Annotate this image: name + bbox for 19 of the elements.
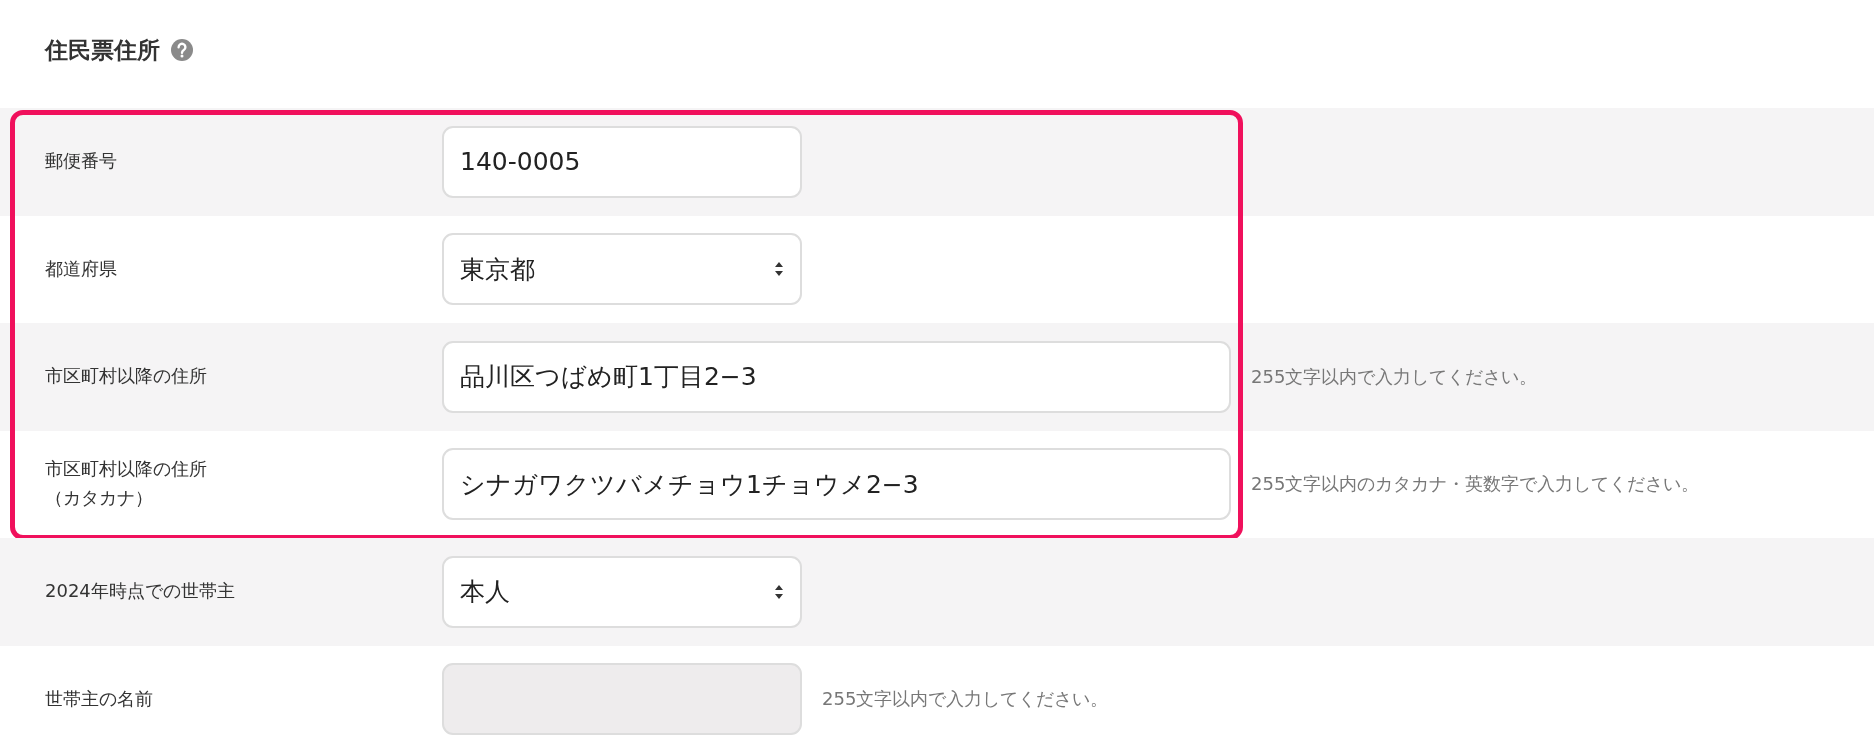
select-field[interactable]: 本人 — [442, 555, 802, 628]
help-icon[interactable] — [170, 38, 194, 62]
hint-text: 255文字以内のカタカナ・英数字で入力してください。 — [1251, 472, 1700, 497]
caret-icon — [774, 583, 784, 600]
input-field[interactable]: 140-0005 — [442, 125, 802, 198]
input-field[interactable]: シナガワクツバメチョウ1チョウメ2−3 — [442, 448, 1231, 521]
select-field[interactable]: 東京都 — [442, 233, 802, 306]
field-label: 市区町村以降の住所 — [45, 364, 207, 389]
field-label: 市区町村以降の住所 — [45, 457, 207, 482]
field-label: （カタカナ） — [45, 486, 153, 511]
field-label: 2024年時点での世帯主 — [45, 579, 235, 604]
field-label: 都道府県 — [45, 256, 117, 281]
caret-icon — [774, 261, 784, 278]
hint-text: 255文字以内で入力してください。 — [822, 687, 1109, 712]
input-field[interactable]: 品川区つばめ町1丁目2−3 — [442, 340, 1231, 413]
field-label: 郵便番号 — [45, 149, 117, 174]
field-label: 世帯主の名前 — [45, 686, 153, 711]
hint-text: 255文字以内で入力してください。 — [1251, 364, 1538, 389]
section-title: 住民票住所 — [45, 35, 160, 65]
